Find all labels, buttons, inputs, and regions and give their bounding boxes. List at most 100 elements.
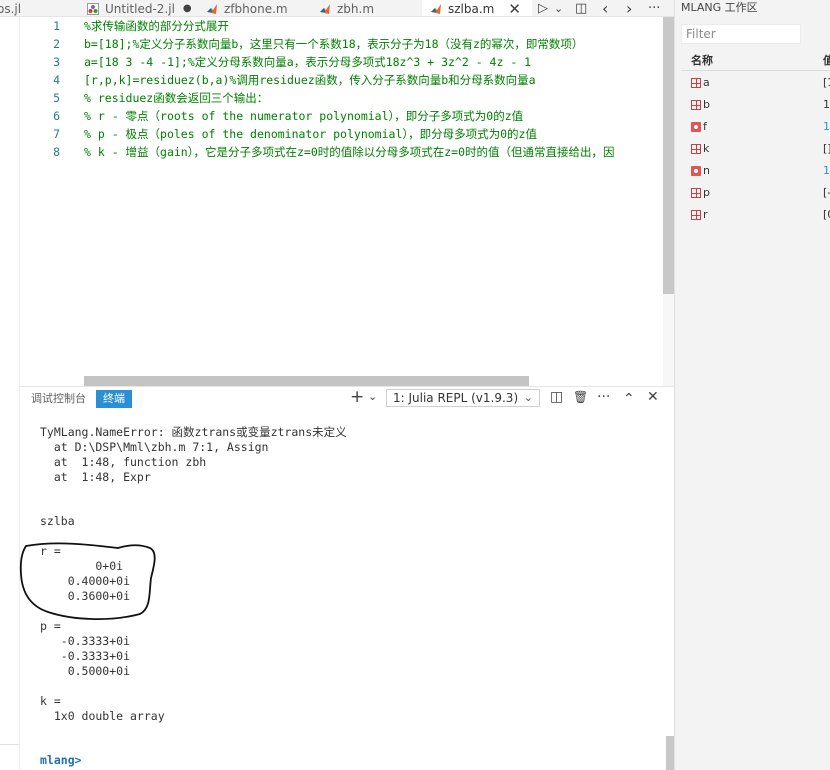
- tab-label: Untitled-2.jl: [105, 1, 175, 16]
- line-number: 8: [53, 145, 60, 159]
- more-actions-icon[interactable]: ···: [648, 0, 660, 16]
- variable-row[interactable]: k []: [681, 138, 830, 160]
- variable-row[interactable]: f 1: [681, 116, 830, 138]
- variable-name: f: [703, 120, 707, 133]
- variable-value: [0: [823, 208, 830, 221]
- terminal-selector-value: 1: Julia REPL (v1.9.3): [393, 391, 519, 405]
- tab-szlba-m[interactable]: szlba.m ✕: [422, 0, 532, 16]
- terminal-line: 0.3600+0i: [40, 589, 131, 603]
- terminal-line: p =: [40, 619, 61, 633]
- variable-row[interactable]: a [1: [681, 72, 830, 94]
- terminal-selector[interactable]: 1: Julia REPL (v1.9.3) ⌄: [386, 389, 540, 407]
- function-icon: [691, 166, 701, 176]
- run-icon[interactable]: ▷: [538, 0, 548, 16]
- variable-name: p: [703, 186, 710, 199]
- tab-zbh-m[interactable]: zbh.m: [319, 0, 409, 16]
- code-line: 5 % residuez函数会返回三个输出：: [20, 89, 674, 107]
- code-text: % p - 极点（poles of the denominator polyno…: [84, 127, 537, 141]
- tab-untitled-2-jl[interactable]: Untitled-2.jl ●: [87, 0, 199, 16]
- terminal-line: 1x0 double array: [40, 709, 165, 723]
- code-line: 8 % k - 增益（gain），它是分子多项式在z=0时的值除以分母多项式在z…: [20, 143, 674, 161]
- code-text: % k - 增益（gain），它是分子多项式在z=0时的值除以分母多项式在z=0…: [84, 145, 615, 159]
- variable-value: 1: [823, 98, 830, 111]
- variable-row[interactable]: p [-: [681, 182, 830, 204]
- terminal-line: -0.3333+0i: [40, 649, 131, 663]
- tab-zfbhone-m[interactable]: zfbhone.m: [206, 0, 310, 16]
- code-text: %求传输函数的部分分式展开: [84, 19, 229, 33]
- close-panel-icon[interactable]: ✕: [647, 389, 659, 405]
- grid-icon: [691, 100, 701, 110]
- split-terminal-icon[interactable]: ◫: [550, 389, 563, 405]
- code-text: a=[18 3 -4 -1];%定义分母系数向量a，表示分母多项式18z^3 +…: [84, 55, 532, 69]
- grid-icon: [691, 210, 701, 220]
- line-number: 4: [53, 73, 60, 87]
- variable-row[interactable]: n 1: [681, 160, 830, 182]
- split-editor-icon[interactable]: ◫: [575, 0, 587, 16]
- workspace-table-header: 名称 值: [681, 51, 830, 71]
- tab-label: szlba.m: [448, 1, 495, 16]
- variable-name: r: [703, 208, 708, 221]
- panel-header: 调试控制台 终端 + ⌄ ◫ 🗑 ··· ⌃ ✕: [20, 386, 674, 410]
- column-header-value[interactable]: 值: [823, 51, 830, 71]
- terminal-output[interactable]: TyMLang.NameError: 函数ztrans或变量ztrans未定义 …: [20, 410, 674, 770]
- matlab-file-icon: [206, 3, 218, 15]
- line-number: 3: [53, 55, 60, 69]
- variable-value: [-: [823, 186, 830, 199]
- editor-vertical-scroll-thumb[interactable]: [663, 17, 674, 294]
- tab-debug-console[interactable]: 调试控制台: [24, 390, 93, 408]
- variable-value: 1: [823, 120, 830, 133]
- matlab-file-icon: [319, 3, 331, 15]
- variable-name: a: [703, 76, 710, 89]
- code-text: % residuez函数会返回三个输出：: [84, 91, 269, 105]
- add-terminal-dropdown-icon[interactable]: ⌄: [368, 390, 377, 403]
- line-number: 7: [53, 127, 60, 141]
- grid-icon: [691, 188, 701, 198]
- variable-row[interactable]: r [0: [681, 204, 830, 226]
- run-dropdown-icon[interactable]: ⌄: [554, 0, 563, 16]
- unsaved-dot-icon: ●: [182, 3, 192, 14]
- tab-os-jl[interactable]: os.jl: [0, 0, 77, 16]
- terminal-scroll-thumb[interactable]: [666, 736, 674, 770]
- tab-label: zbh.m: [337, 1, 375, 16]
- terminal-line: TyMLang.NameError: 函数ztrans或变量ztrans未定义: [40, 425, 347, 439]
- column-header-name[interactable]: 名称: [691, 51, 713, 71]
- code-line: 6 % r - 零点（roots of the numerator polyno…: [20, 107, 674, 125]
- code-editor[interactable]: 1 %求传输函数的部分分式展开 2 b=[18];%定义分子系数向量b，这里只有…: [20, 17, 674, 386]
- tab-terminal[interactable]: 终端: [96, 390, 132, 408]
- code-text: [r,p,k]=residuez(b,a)%调用residuez函数，传入分子系…: [84, 73, 536, 87]
- close-tab-icon[interactable]: ✕: [508, 0, 521, 16]
- terminal-prompt[interactable]: mlang>: [40, 753, 82, 768]
- back-icon[interactable]: ‹: [602, 0, 608, 16]
- variable-name: k: [703, 142, 710, 155]
- left-strip-footer: [0, 744, 20, 770]
- julia-file-icon: [87, 2, 99, 15]
- matlab-file-icon: [430, 3, 442, 15]
- filter-input[interactable]: Filter: [681, 24, 801, 44]
- variable-row[interactable]: b 1: [681, 94, 830, 116]
- grid-icon: [691, 144, 701, 154]
- terminal-line: -0.3333+0i: [40, 634, 131, 648]
- terminal-line: at D:\DSP\Mml\zbh.m 7:1, Assign: [40, 440, 269, 454]
- tab-label: zfbhone.m: [224, 1, 288, 16]
- more-actions-icon[interactable]: ···: [597, 389, 610, 405]
- code-text: b=[18];%定义分子系数向量b，这里只有一个系数18，表示分子为18（没有z…: [84, 37, 584, 51]
- variable-name: b: [703, 98, 710, 111]
- line-number: 1: [53, 19, 60, 33]
- forward-icon[interactable]: ›: [626, 0, 632, 16]
- trash-icon[interactable]: 🗑: [573, 390, 588, 404]
- terminal-line: at 1:48, Expr: [40, 470, 151, 484]
- terminal-line: 0.5000+0i: [40, 664, 131, 678]
- editor-horizontal-scroll-thumb[interactable]: [84, 376, 529, 386]
- function-icon: [691, 122, 701, 132]
- terminal-line: 0.4000+0i: [40, 574, 131, 588]
- terminal-line: r =: [40, 544, 61, 558]
- code-line: 2 b=[18];%定义分子系数向量b，这里只有一个系数18，表示分子为18（没…: [20, 35, 674, 53]
- code-line: 7 % p - 极点（poles of the denominator poly…: [20, 125, 674, 143]
- code-line: 4 [r,p,k]=residuez(b,a)%调用residuez函数，传入分…: [20, 71, 674, 89]
- editor-tab-bar: os.jl Untitled-2.jl ● zfbhone.m zbh.m sz…: [0, 0, 674, 17]
- add-terminal-icon[interactable]: +: [350, 387, 364, 407]
- terminal-line: 0+0i: [40, 559, 124, 573]
- terminal-line: szlba: [40, 514, 75, 528]
- maximize-panel-icon[interactable]: ⌃: [623, 391, 635, 407]
- grid-icon: [691, 78, 701, 88]
